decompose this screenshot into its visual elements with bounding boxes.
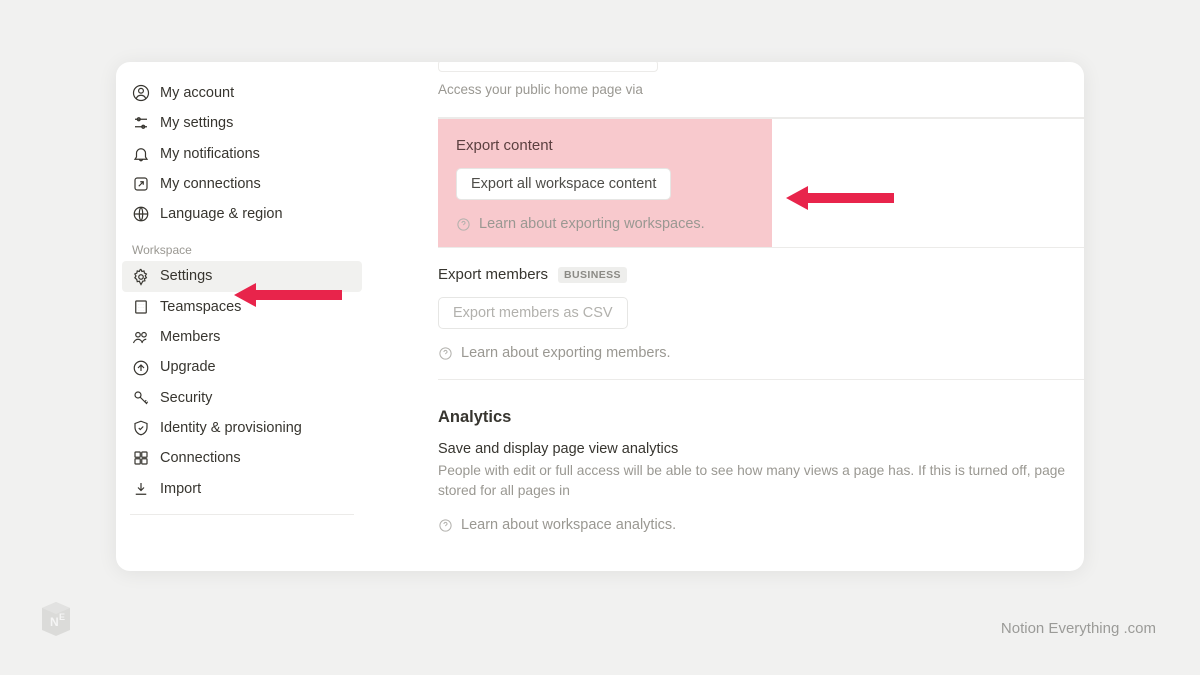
sidebar-item-label: Security — [160, 388, 212, 408]
brand-watermark: Notion Everything .com — [1001, 620, 1156, 637]
section-title: Export content — [456, 137, 754, 154]
sidebar-item-label: Upgrade — [160, 357, 216, 377]
sidebar-item-my-account[interactable]: My account — [122, 78, 362, 108]
sidebar-item-connections[interactable]: Connections — [122, 443, 362, 473]
sidebar-item-language-region[interactable]: Language & region — [122, 199, 362, 229]
svg-text:E: E — [59, 612, 65, 622]
sidebar-item-identity-provisioning[interactable]: Identity & provisioning — [122, 413, 362, 443]
homepage-input-fragment[interactable] — [438, 62, 658, 72]
sidebar-item-label: My settings — [160, 113, 233, 133]
settings-sidebar: My account My settings My notifications … — [116, 62, 362, 571]
export-all-workspace-button[interactable]: Export all workspace content — [456, 168, 671, 200]
sidebar-item-label: My notifications — [160, 144, 260, 164]
building-icon — [132, 298, 150, 316]
export-members-section: Export members BUSINESS Export members a… — [438, 248, 1084, 380]
sidebar-item-label: Import — [160, 479, 201, 499]
upgrade-icon — [132, 359, 150, 377]
sidebar-item-label: My account — [160, 83, 234, 103]
sidebar-section-label: Workspace — [122, 229, 362, 261]
sidebar-item-label: Language & region — [160, 204, 283, 224]
sidebar-item-import[interactable]: Import — [122, 474, 362, 504]
external-link-icon — [132, 175, 150, 193]
sidebar-item-my-notifications[interactable]: My notifications — [122, 139, 362, 169]
help-icon — [456, 217, 471, 232]
brand-logo: N E — [39, 600, 73, 643]
shield-check-icon — [132, 419, 150, 437]
key-icon — [132, 389, 150, 407]
export-members-csv-button[interactable]: Export members as CSV — [438, 297, 628, 329]
annotation-arrow-right — [786, 183, 894, 213]
public-homepage-section-fragment: Access your public home page via — [438, 62, 1084, 118]
annotation-arrow-left — [234, 280, 342, 310]
learn-more-link[interactable]: Learn about workspace analytics. — [438, 517, 1084, 533]
section-title: Analytics — [438, 408, 1084, 427]
svg-text:N: N — [50, 615, 59, 629]
sidebar-item-label: Settings — [160, 266, 212, 286]
sidebar-item-my-connections[interactable]: My connections — [122, 169, 362, 199]
people-icon — [132, 328, 150, 346]
sidebar-item-security[interactable]: Security — [122, 383, 362, 413]
sliders-icon — [132, 114, 150, 132]
sidebar-item-members[interactable]: Members — [122, 322, 362, 352]
sidebar-item-label: Members — [160, 327, 220, 347]
sidebar-item-my-settings[interactable]: My settings — [122, 108, 362, 138]
learn-more-link[interactable]: Learn about exporting members. — [438, 345, 1084, 361]
settings-main-panel: Access your public home page via Export … — [362, 62, 1084, 571]
sidebar-item-label: Teamspaces — [160, 297, 241, 317]
sidebar-item-label: Connections — [160, 448, 241, 468]
sidebar-item-upgrade[interactable]: Upgrade — [122, 352, 362, 382]
divider — [130, 514, 354, 515]
sidebar-item-label: My connections — [160, 174, 261, 194]
section-title: Export members — [438, 266, 548, 283]
gear-icon — [132, 268, 150, 286]
help-icon — [438, 518, 453, 533]
help-icon — [438, 346, 453, 361]
grid-icon — [132, 449, 150, 467]
plan-badge: BUSINESS — [558, 267, 627, 283]
bell-icon — [132, 145, 150, 163]
globe-icon — [132, 205, 150, 223]
learn-more-link[interactable]: Learn about exporting workspaces. — [456, 216, 754, 232]
analytics-section: Analytics Save and display page view ana… — [438, 380, 1084, 533]
analytics-toggle-title: Save and display page view analytics — [438, 441, 1084, 457]
public-homepage-hint: Access your public home page via — [438, 82, 1084, 97]
user-icon — [132, 84, 150, 102]
download-icon — [132, 480, 150, 498]
sidebar-item-label: Identity & provisioning — [160, 418, 302, 438]
analytics-description: People with edit or full access will be … — [438, 461, 1084, 501]
export-content-section: Export content Export all workspace cont… — [438, 119, 772, 247]
